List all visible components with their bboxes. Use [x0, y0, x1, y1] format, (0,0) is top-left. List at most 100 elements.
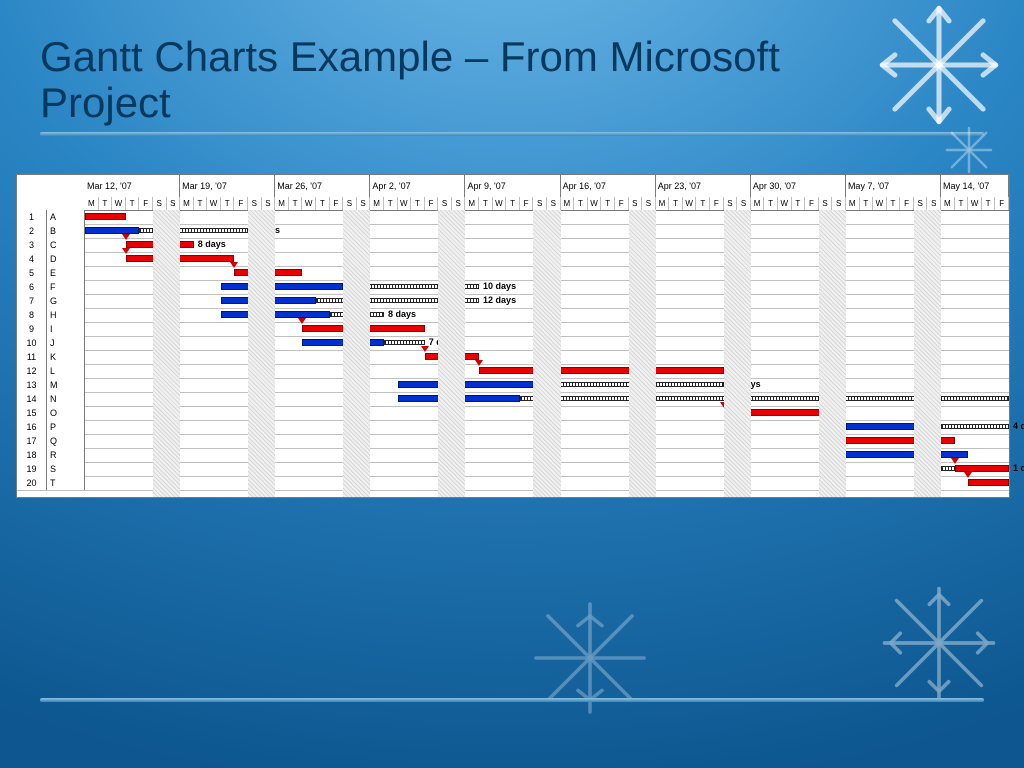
day-header: T	[669, 197, 683, 210]
task-id-cell: 2	[17, 224, 47, 238]
day-header: F	[615, 197, 629, 210]
week-header: Mar 26, '07	[275, 175, 370, 197]
task-id-cell: 7	[17, 294, 47, 308]
day-header: S	[927, 197, 941, 210]
task-name-cell: R	[47, 448, 85, 462]
task-row: 15O	[17, 406, 1009, 421]
task-row: 16P4 days	[17, 420, 1009, 435]
task-id-cell: 5	[17, 266, 47, 280]
task-row: 4D	[17, 252, 1009, 267]
day-header: S	[642, 197, 656, 210]
day-header: M	[85, 197, 99, 210]
day-header: W	[302, 197, 316, 210]
task-bar	[85, 213, 126, 220]
day-header: S	[737, 197, 751, 210]
task-id-cell: 3	[17, 238, 47, 252]
day-header: M	[275, 197, 289, 210]
task-bar	[234, 269, 302, 276]
task-name-cell: E	[47, 266, 85, 280]
task-bar	[479, 367, 724, 374]
day-header: F	[330, 197, 344, 210]
task-row: 14N	[17, 392, 1009, 407]
task-name-cell: P	[47, 420, 85, 434]
duration-label: 1 day	[1013, 463, 1024, 473]
day-header: T	[194, 197, 208, 210]
day-header: S	[914, 197, 928, 210]
day-header: F	[995, 197, 1009, 210]
day-header: F	[139, 197, 153, 210]
task-name-cell: A	[47, 210, 85, 224]
task-bar	[846, 423, 941, 430]
gantt-body: 1A2B6 days3C8 days4D5E6F10 days7G12 days…	[17, 210, 1009, 497]
day-header: T	[289, 197, 303, 210]
task-id-cell: 16	[17, 420, 47, 434]
slack-bar	[316, 298, 479, 303]
day-header: S	[819, 197, 833, 210]
task-row: 1A	[17, 210, 1009, 225]
dependency-arrow-icon	[122, 248, 130, 254]
slack-bar	[520, 396, 1009, 401]
day-header: W	[112, 197, 126, 210]
day-header: T	[601, 197, 615, 210]
day-header: S	[357, 197, 371, 210]
task-row: 10J7 days	[17, 336, 1009, 351]
day-header: T	[982, 197, 996, 210]
task-row: 13M13 days	[17, 378, 1009, 393]
slack-bar	[384, 340, 425, 345]
duration-label: 4 days	[1013, 421, 1024, 431]
day-header: M	[561, 197, 575, 210]
day-header: M	[370, 197, 384, 210]
day-header: M	[656, 197, 670, 210]
task-name-cell: N	[47, 392, 85, 406]
task-name-cell: M	[47, 378, 85, 392]
task-bar	[302, 325, 424, 332]
week-header: Apr 23, '07	[656, 175, 751, 197]
day-header: M	[465, 197, 479, 210]
day-header: S	[343, 197, 357, 210]
day-header: W	[778, 197, 792, 210]
week-header: Apr 9, '07	[465, 175, 560, 197]
task-bar	[85, 227, 139, 234]
day-header: M	[846, 197, 860, 210]
snowflake-icon	[879, 583, 1000, 704]
day-header: T	[574, 197, 588, 210]
day-header: T	[126, 197, 140, 210]
task-bar	[955, 465, 1009, 472]
task-bar	[425, 353, 479, 360]
task-row: 20T	[17, 476, 1009, 491]
day-header: T	[887, 197, 901, 210]
day-header: W	[588, 197, 602, 210]
task-bar	[221, 297, 316, 304]
task-row: 8H8 days	[17, 308, 1009, 323]
day-header: S	[547, 197, 561, 210]
week-header: Apr 2, '07	[370, 175, 465, 197]
task-bar	[221, 311, 330, 318]
day-header: F	[805, 197, 819, 210]
task-name-cell: S	[47, 462, 85, 476]
dependency-arrow-icon	[964, 472, 972, 478]
day-header: T	[316, 197, 330, 210]
slack-bar	[941, 424, 1009, 429]
title-underline	[40, 132, 984, 136]
task-bar	[126, 241, 194, 248]
day-header: W	[683, 197, 697, 210]
task-id-cell: 15	[17, 406, 47, 420]
slack-bar	[547, 382, 724, 387]
task-row: 12L	[17, 364, 1009, 379]
day-header: F	[900, 197, 914, 210]
task-id-cell: 13	[17, 378, 47, 392]
task-name-cell: C	[47, 238, 85, 252]
day-header: F	[520, 197, 534, 210]
day-header: W	[207, 197, 221, 210]
task-name-cell: B	[47, 224, 85, 238]
slack-bar	[343, 284, 479, 289]
day-header: W	[493, 197, 507, 210]
day-header: S	[452, 197, 466, 210]
duration-label: 6 days	[252, 225, 280, 235]
slide: Gantt Charts Example – From Microsoft Pr…	[0, 0, 1024, 768]
day-header: F	[425, 197, 439, 210]
dependency-arrow-icon	[230, 262, 238, 268]
task-id-cell: 12	[17, 364, 47, 378]
day-header: T	[384, 197, 398, 210]
page-title: Gantt Charts Example – From Microsoft Pr…	[40, 34, 820, 126]
